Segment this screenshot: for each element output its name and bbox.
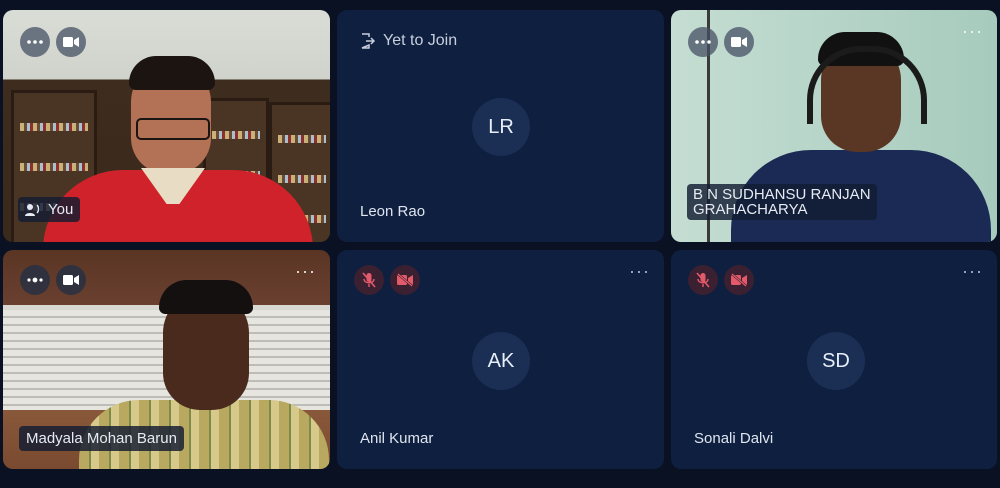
video-off-icon xyxy=(397,273,413,287)
camera-toggle-button[interactable] xyxy=(56,265,86,295)
camera-toggle-button[interactable] xyxy=(56,27,86,57)
camera-toggle-button[interactable] xyxy=(724,27,754,57)
participant-name-line1: B N SUDHANSU RANJAN xyxy=(693,186,871,203)
more-options-button[interactable] xyxy=(688,27,718,57)
status-text: Yet to Join xyxy=(383,32,458,49)
camera-off-button[interactable] xyxy=(724,265,754,295)
more-options-menu[interactable]: ··· xyxy=(629,262,650,280)
more-options-menu[interactable]: ··· xyxy=(295,262,316,280)
more-options-button[interactable] xyxy=(20,27,50,57)
participant-tile-leon-rao[interactable]: Yet to Join LR Leon Rao xyxy=(337,10,664,242)
participant-tile-sonali-dalvi[interactable]: ··· SD Sonali Dalvi xyxy=(671,250,997,469)
participant-name: Anil Kumar xyxy=(360,430,434,447)
avatar: AK xyxy=(472,332,530,390)
participant-name: You xyxy=(48,201,74,218)
yet-to-join-status: Yet to Join xyxy=(361,32,457,50)
participant-tile-madyala[interactable]: ··· Madyala Mohan Barun xyxy=(3,250,330,469)
exit-door-icon xyxy=(361,33,375,49)
video-icon xyxy=(731,37,747,47)
mic-off-icon xyxy=(696,272,710,288)
participant-name-line2: GRAHACHARYA xyxy=(693,201,808,218)
participant-tile-bn-sudhansu[interactable]: ··· B N SUDHANSU RANJAN GRAHACHARYA xyxy=(671,10,997,242)
avatar: SD xyxy=(807,332,865,390)
participant-name: Leon Rao xyxy=(360,203,426,220)
more-icon xyxy=(695,40,711,44)
video-icon xyxy=(63,37,79,47)
participant-name-chip: Madyala Mohan Barun xyxy=(19,426,184,451)
mic-muted-button[interactable] xyxy=(688,265,718,295)
video-grid: You Yet to Join LR Leon Rao ··· B N SUDH… xyxy=(0,0,1000,488)
participant-tile-you[interactable]: You xyxy=(3,10,330,242)
audio-activity-button[interactable] xyxy=(20,265,50,295)
more-options-menu[interactable]: ··· xyxy=(962,262,983,280)
avatar-initials: SD xyxy=(822,349,850,372)
avatar: LR xyxy=(472,98,530,156)
camera-off-button[interactable] xyxy=(390,265,420,295)
mic-muted-button[interactable] xyxy=(354,265,384,295)
video-off-icon xyxy=(731,273,747,287)
more-icon xyxy=(27,40,43,44)
avatar-initials: LR xyxy=(488,115,514,138)
more-options-menu[interactable]: ··· xyxy=(962,22,983,40)
participant-name-chip: You xyxy=(18,197,81,222)
speaker-icon xyxy=(25,203,40,216)
participant-name-chip: B N SUDHANSU RANJAN GRAHACHARYA xyxy=(687,184,877,220)
participant-name: Sonali Dalvi xyxy=(694,430,774,447)
mic-off-icon xyxy=(362,272,376,288)
audio-dots-icon xyxy=(27,277,43,283)
video-icon xyxy=(63,275,79,285)
participant-tile-anil-kumar[interactable]: ··· AK Anil Kumar xyxy=(337,250,664,469)
avatar-initials: AK xyxy=(487,349,515,372)
